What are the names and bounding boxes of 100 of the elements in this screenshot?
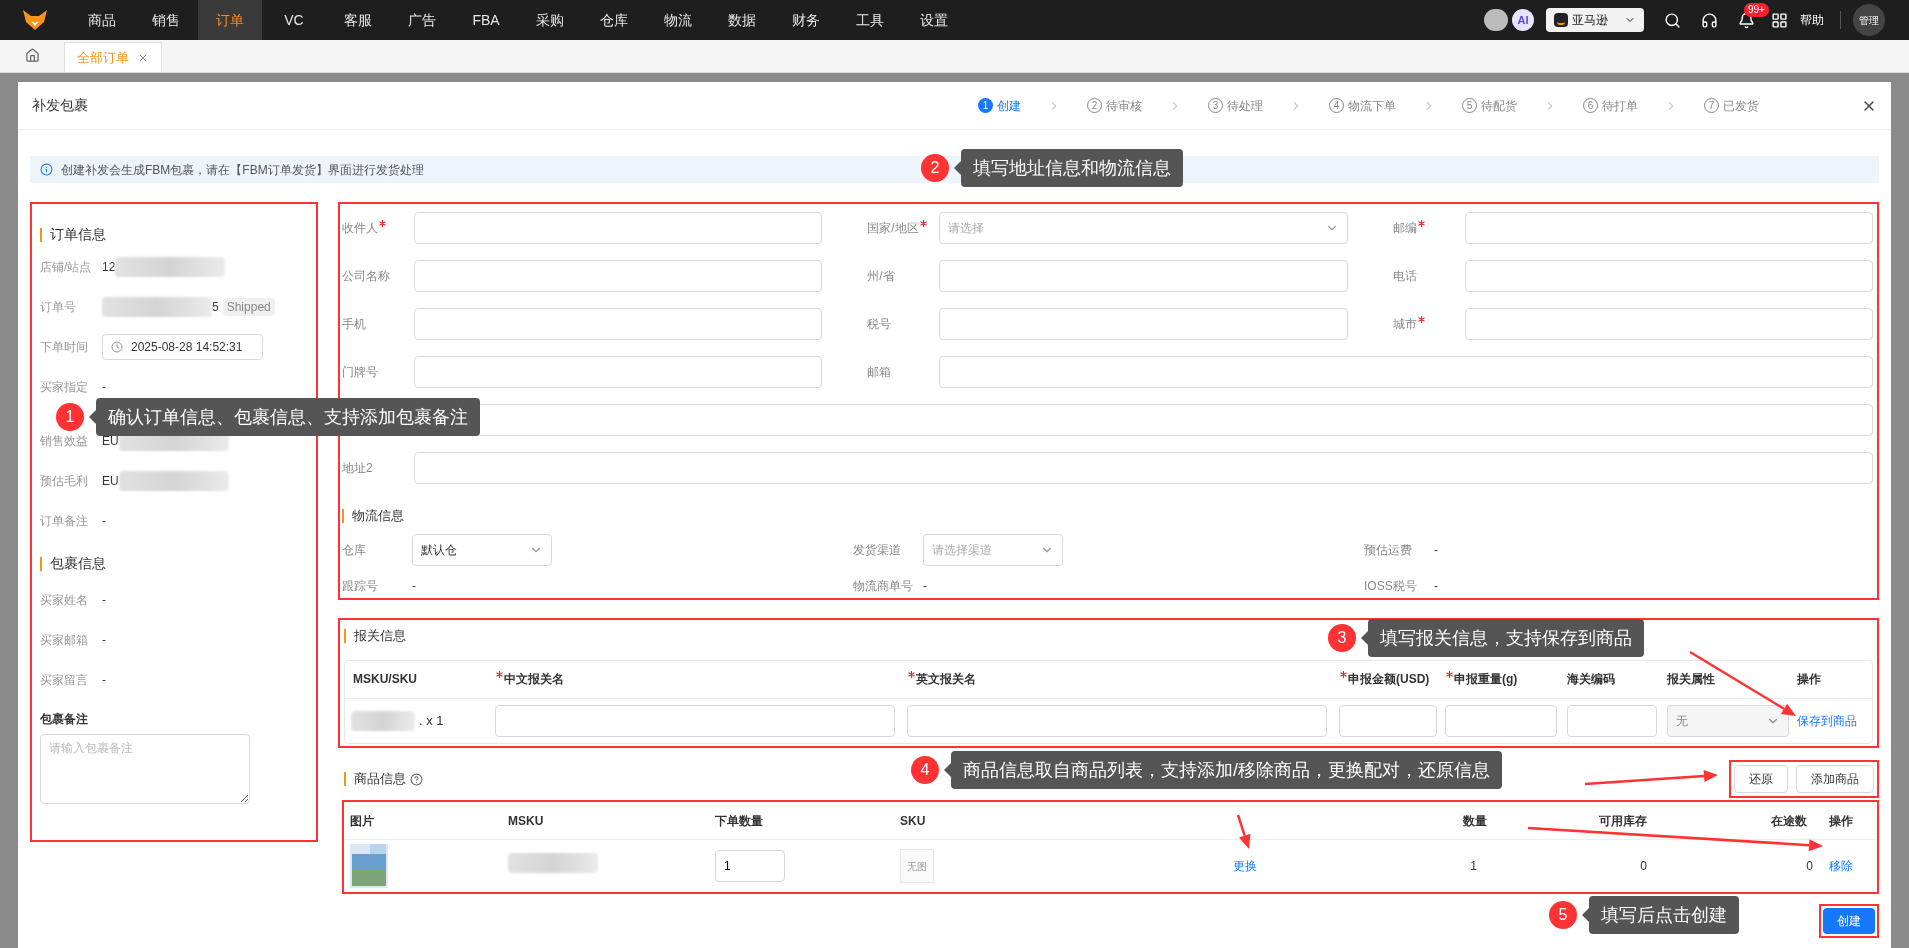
table-cell-text: 1 <box>1469 858 1478 875</box>
image-slot: 无图 <box>900 849 934 883</box>
notice-text: 创建补发会生成FBM包裹，请在【FBM订单发货】界面进行发货处理 <box>61 161 424 179</box>
nav-item[interactable]: 财务 <box>774 0 838 40</box>
text-field[interactable] <box>1464 260 1873 292</box>
home-icon[interactable] <box>24 48 40 63</box>
grid-icon[interactable] <box>1771 11 1788 29</box>
column-header: 图片 <box>349 812 375 830</box>
action-button[interactable]: 添加商品 <box>1796 765 1874 793</box>
note-field[interactable]: 请输入包裹备注 <box>40 734 250 804</box>
text-field[interactable] <box>1445 704 1557 737</box>
search-icon[interactable] <box>1664 11 1681 29</box>
field-label: IOSS税号 <box>1364 577 1418 595</box>
nav-item[interactable]: 订单 <box>198 0 262 40</box>
nav-item[interactable]: 广告 <box>390 0 454 40</box>
arrow <box>1236 814 1251 849</box>
nav-item[interactable]: 采购 <box>518 0 582 40</box>
field-label: 买家指定 <box>40 379 89 396</box>
text-field[interactable] <box>1464 308 1873 340</box>
nav-item[interactable]: 数据 <box>710 0 774 40</box>
field-value: - <box>1434 541 1438 559</box>
date-field[interactable]: 2025-08-28 14:52:31 <box>102 334 263 360</box>
create-button[interactable]: 创建 <box>1823 908 1875 934</box>
help-link[interactable]: 帮助 <box>1800 11 1824 29</box>
field-label: 预估运费 <box>1364 541 1413 559</box>
text-field[interactable] <box>414 356 823 388</box>
nav-item[interactable]: 商品 <box>70 0 134 40</box>
field-value: - <box>102 379 106 396</box>
text-field[interactable] <box>414 308 823 340</box>
text-field[interactable] <box>1464 212 1873 244</box>
callout-tooltip: 填写地址信息和物流信息 <box>961 149 1183 187</box>
user-avatar[interactable]: 管理 <box>1853 4 1885 36</box>
nav-item[interactable]: VC <box>262 0 326 40</box>
column-header: 在途数 <box>1770 812 1808 830</box>
field-value: - <box>102 672 106 689</box>
nav-item[interactable]: 客服 <box>326 0 390 40</box>
nav-item[interactable]: 设置 <box>902 0 966 40</box>
column-header: MSKU/SKU <box>353 671 417 688</box>
field-label: 州/省 <box>867 268 895 285</box>
blurred-value <box>351 710 415 731</box>
column-header: 申报重量(g) <box>1454 671 1518 688</box>
text-field[interactable] <box>1567 704 1657 737</box>
section-title: 物流信息 <box>352 507 404 525</box>
field-label: 仓库 <box>342 541 367 559</box>
field-label: 预估毛利 <box>40 473 89 490</box>
progress-step: 2 待审核 <box>1087 96 1142 115</box>
ai-button[interactable]: AI <box>1512 9 1534 31</box>
text-field[interactable] <box>495 704 895 737</box>
text-field[interactable] <box>939 308 1348 340</box>
nav-item[interactable]: 销售 <box>134 0 198 40</box>
modal-title: 补发包裹 <box>32 96 89 115</box>
text-field[interactable] <box>907 704 1327 737</box>
select-field[interactable]: 默认仓 <box>412 533 552 566</box>
text-field[interactable] <box>939 356 1873 388</box>
column-header: 中文报关名 <box>504 671 564 688</box>
field-label: 销售效益 <box>40 433 89 450</box>
progress-step: 4 物流下单 <box>1329 96 1396 115</box>
field-label: 地址2 <box>342 460 373 477</box>
marketplace-selector[interactable]: 亚马逊 <box>1546 8 1644 32</box>
field-value: - <box>102 632 106 649</box>
field-label: 发货渠道 <box>853 541 902 559</box>
save-to-product-link[interactable]: 保存到商品 <box>1797 711 1872 730</box>
field-label: 国家/地区 <box>867 220 919 237</box>
help-icon[interactable] <box>410 772 423 786</box>
nav-item[interactable]: 工具 <box>838 0 902 40</box>
action-button[interactable]: 还原 <box>1734 765 1788 793</box>
field-value: 5 <box>212 299 219 316</box>
column-header: 海关编码 <box>1567 671 1615 688</box>
text-field[interactable] <box>414 212 823 244</box>
column-header: MSKU <box>508 812 545 830</box>
text-field[interactable] <box>1339 704 1437 737</box>
progress-step: 6 待打单 <box>1583 96 1638 115</box>
progress-step: 7 已发货 <box>1704 96 1759 115</box>
text-field[interactable] <box>414 452 1873 484</box>
field-value: 12 <box>102 259 116 276</box>
quantity-field[interactable]: 1 <box>715 850 785 882</box>
column-header: 可用库存 <box>1598 812 1648 830</box>
callout-tooltip: 确认订单信息、包裹信息、支持添加包裹备注 <box>96 398 480 436</box>
quantity-text: . x 1 <box>419 711 444 730</box>
clock-icon <box>111 341 123 353</box>
field-value: - <box>412 577 416 595</box>
nav-item[interactable]: FBA <box>454 0 518 40</box>
nav-item[interactable]: 仓库 <box>582 0 646 40</box>
remove-link[interactable]: 移除 <box>1817 857 1877 875</box>
text-field[interactable] <box>414 260 823 292</box>
info-icon <box>40 163 53 176</box>
progress-step: 5 待配货 <box>1462 96 1517 115</box>
field-value: - <box>923 577 927 595</box>
text-field[interactable] <box>939 260 1348 292</box>
field-label: 买家姓名 <box>40 592 89 609</box>
field-label: 物流商单号 <box>853 577 914 595</box>
bell-icon[interactable] <box>1738 11 1755 29</box>
field-label: 买家留言 <box>40 672 89 689</box>
field-value: EU <box>102 473 119 490</box>
headset-icon[interactable] <box>1701 11 1718 29</box>
table-cell-text: 0 <box>1805 858 1814 875</box>
nav-item[interactable]: 物流 <box>646 0 710 40</box>
swap-link[interactable]: 更换 <box>1233 857 1257 875</box>
section-title: 报关信息 <box>354 627 406 645</box>
field-label: 电话 <box>1392 268 1417 285</box>
